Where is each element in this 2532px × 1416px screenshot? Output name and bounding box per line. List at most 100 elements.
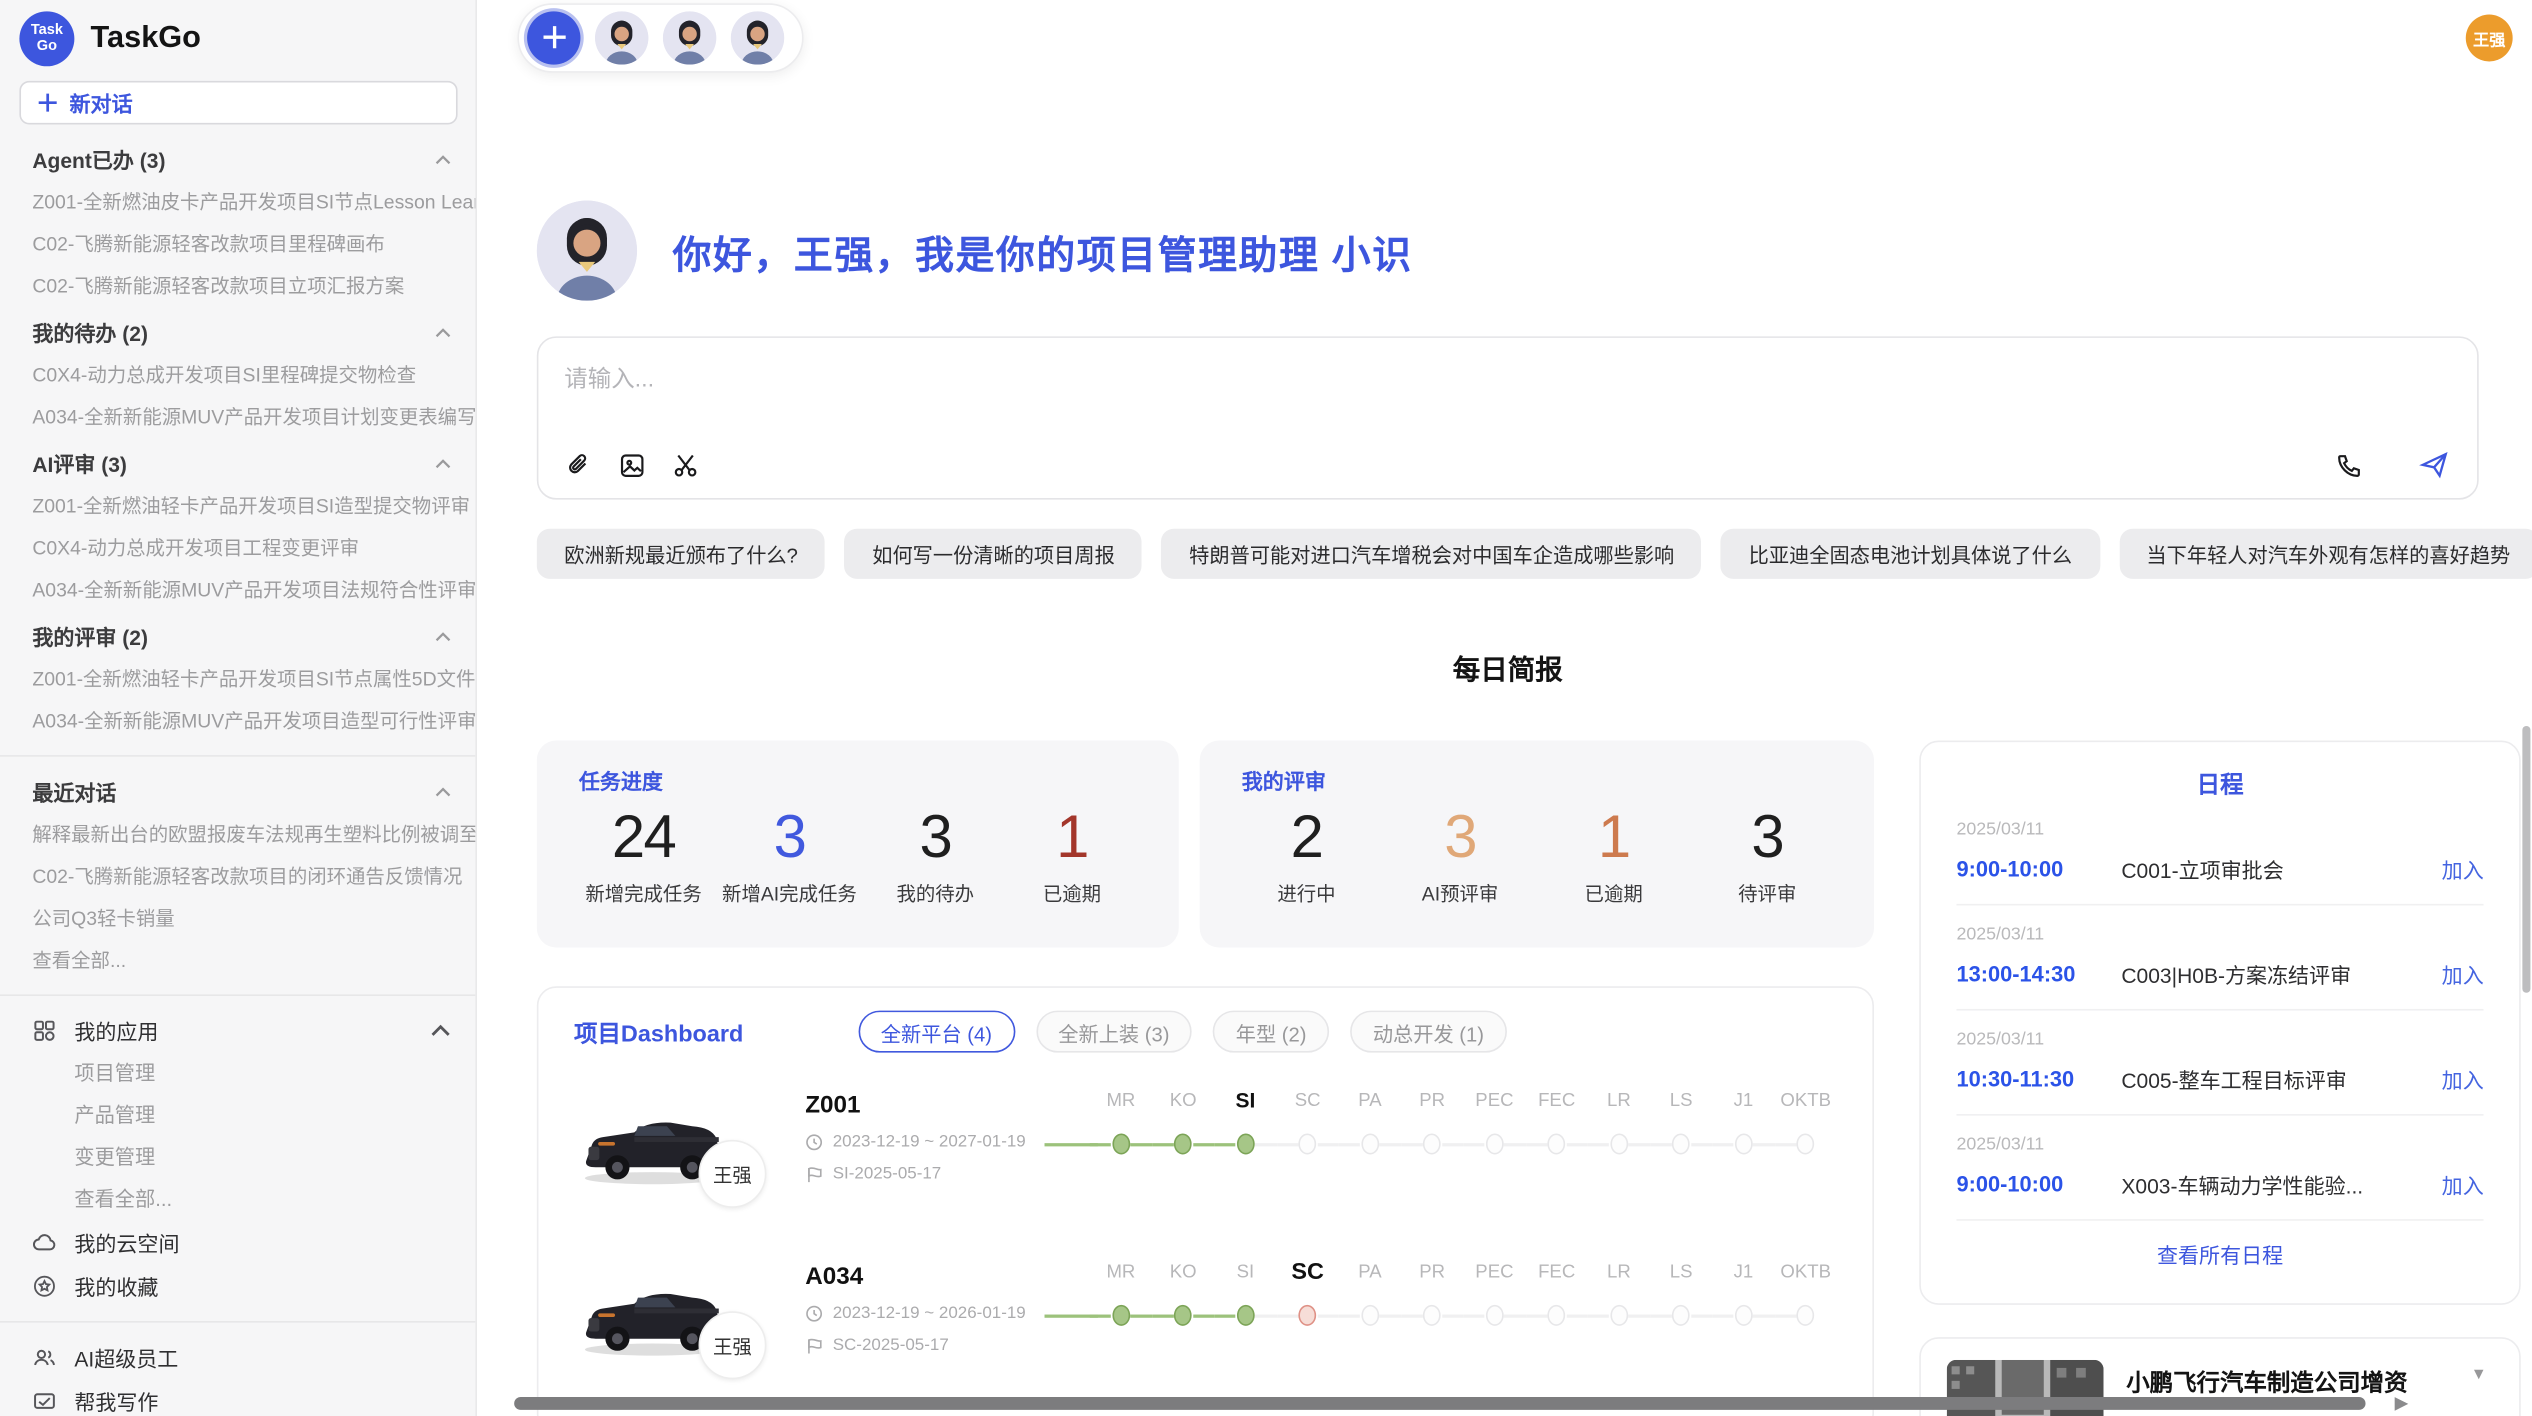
- project-dashboard-card: 项目Dashboard 全新平台 (4)全新上装 (3)年型 (2)动总开发 (…: [537, 986, 1874, 1416]
- sidebar-task-item[interactable]: C02-飞腾新能源轻客改款项目立项汇报方案: [0, 265, 475, 307]
- sidebar-section-header[interactable]: 我的待办 (2): [0, 310, 475, 354]
- milestone-label: PEC: [1475, 1260, 1513, 1286]
- sidebar-item-label: 我的云空间: [74, 1227, 179, 1258]
- dashboard-tab[interactable]: 全新上装 (3): [1036, 1011, 1192, 1053]
- milestone: MR: [1090, 1260, 1152, 1326]
- image-icon[interactable]: [618, 451, 647, 480]
- sidebar-item-star[interactable]: 我的收藏: [0, 1264, 475, 1308]
- recent-chat-item[interactable]: 公司Q3轻卡销量: [0, 897, 475, 939]
- chevron-up-icon[interactable]: [433, 150, 452, 169]
- chat-input-card[interactable]: 请输入...: [537, 336, 2479, 499]
- dashboard-tab[interactable]: 全新平台 (4): [858, 1011, 1014, 1053]
- join-link[interactable]: 加入: [2442, 1169, 2484, 1200]
- schedule-item: 2025/03/119:00-10:00C001-立项审批会加入: [1956, 800, 2483, 905]
- sidebar-section-header[interactable]: AI评审 (3): [0, 441, 475, 485]
- sidebar-item-my-apps[interactable]: 我的应用: [0, 1009, 475, 1053]
- plus-icon: [37, 92, 58, 113]
- sidebar-tool-item[interactable]: AI超级员工: [0, 1336, 475, 1380]
- paperclip-icon[interactable]: [564, 451, 593, 480]
- stat-value: 1: [1555, 804, 1671, 872]
- app-item[interactable]: 项目管理: [0, 1053, 475, 1095]
- dashboard-tab[interactable]: 年型 (2): [1213, 1011, 1329, 1053]
- milestone: FEC: [1526, 1260, 1588, 1326]
- users-icon: [32, 1345, 56, 1369]
- milestone-dot: [1237, 1305, 1255, 1326]
- sidebar-section-header[interactable]: 最近对话: [0, 770, 475, 814]
- milestone-dot: [1672, 1305, 1690, 1326]
- sidebar-task-item[interactable]: Z001-全新燃油轻卡产品开发项目SI节点属性5D文件评审: [0, 658, 475, 700]
- join-link[interactable]: 加入: [2442, 854, 2484, 885]
- join-link[interactable]: 加入: [2442, 1064, 2484, 1095]
- milestone-label: FEC: [1538, 1088, 1575, 1114]
- sidebar-task-item[interactable]: C0X4-动力总成开发项目工程变更评审: [0, 527, 475, 569]
- vertical-scrollbar[interactable]: [2522, 726, 2530, 993]
- recent-chat-item[interactable]: 解释最新出台的欧盟报废车法规再生塑料比例被调至15%...: [0, 813, 475, 855]
- schedule-date: 2025/03/11: [1956, 1030, 2483, 1049]
- assistant-greeting: 你好，王强，我是你的项目管理助理 小识: [537, 200, 2479, 300]
- app-item[interactable]: 产品管理: [0, 1095, 475, 1137]
- topbar: 王强: [477, 0, 2532, 74]
- view-all-schedule-link[interactable]: 查看所有日程: [1956, 1239, 2483, 1270]
- milestone-label: KO: [1170, 1088, 1197, 1114]
- scroll-down-arrow-icon[interactable]: ▼: [2471, 1366, 2487, 1384]
- milestone-dot: [1735, 1305, 1753, 1326]
- stat-card: 任务进度24新增完成任务3新增AI完成任务3我的待办1已逾期: [537, 741, 1179, 948]
- sidebar-item-cloud[interactable]: 我的云空间: [0, 1221, 475, 1265]
- send-icon[interactable]: [2419, 449, 2450, 480]
- horizontal-scrollbar[interactable]: [514, 1397, 2365, 1410]
- sidebar-my-apps: 我的应用项目管理产品管理变更管理查看全部... 我的云空间我的收藏: [0, 1009, 475, 1308]
- view-all-apps-link[interactable]: 查看全部...: [0, 1179, 475, 1221]
- sidebar-task-item[interactable]: A034-全新新能源MUV产品开发项目造型可行性评审: [0, 700, 475, 742]
- suggestion-chip[interactable]: 特朗普可能对进口汽车增税会对中国车企造成哪些影响: [1162, 529, 1702, 579]
- tool-label: AI超级员工: [74, 1342, 178, 1373]
- dashboard-header: 项目Dashboard 全新平台 (4)全新上装 (3)年型 (2)动总开发 (…: [574, 1011, 1837, 1053]
- divider: [0, 994, 475, 996]
- milestone-dot: [1486, 1305, 1504, 1326]
- phone-icon[interactable]: [2335, 450, 2364, 479]
- milestone-dot: [1174, 1133, 1192, 1154]
- milestone-dot: [1797, 1133, 1815, 1154]
- stat-value: 3: [1709, 804, 1825, 872]
- member-pill: [517, 2, 803, 72]
- suggestion-chip[interactable]: 欧洲新规最近颁布了什么?: [537, 529, 826, 579]
- chevron-up-icon[interactable]: [433, 782, 452, 801]
- sidebar-tool-item[interactable]: 帮我写作: [0, 1379, 475, 1416]
- chevron-up-icon[interactable]: [433, 454, 452, 473]
- suggestion-chip[interactable]: 比亚迪全固态电池计划具体说了什么: [1721, 529, 2099, 579]
- member-avatars: [595, 11, 784, 64]
- stat-value: 1: [1014, 804, 1130, 872]
- sidebar-header: Task Go TaskGo: [0, 6, 475, 71]
- suggestion-chip[interactable]: 如何写一份清晰的项目周报: [845, 529, 1143, 579]
- sidebar-task-item[interactable]: C02-飞腾新能源轻客改款项目里程碑画布: [0, 223, 475, 265]
- apps-grid-icon: [32, 1019, 56, 1043]
- dashboard-tab[interactable]: 动总开发 (1): [1350, 1011, 1506, 1053]
- sidebar-task-item[interactable]: A034-全新新能源MUV产品开发项目法规符合性评审: [0, 569, 475, 611]
- recent-chat-item[interactable]: C02-飞腾新能源轻客改款项目的闭环通告反馈情况: [0, 855, 475, 897]
- new-chat-button[interactable]: 新对话: [19, 81, 457, 125]
- sidebar-task-item[interactable]: C0X4-动力总成开发项目SI里程碑提交物检查: [0, 354, 475, 396]
- join-link[interactable]: 加入: [2442, 959, 2484, 990]
- chevron-up-icon[interactable]: [433, 323, 452, 342]
- stat-card: 我的评审2进行中3AI预评审1已逾期3待评审: [1200, 741, 1874, 948]
- scissors-icon[interactable]: [671, 451, 700, 480]
- app-item[interactable]: 变更管理: [0, 1137, 475, 1179]
- milestone-label: LS: [1670, 1088, 1693, 1114]
- sidebar-section-header[interactable]: 我的评审 (2): [0, 614, 475, 658]
- member-avatar[interactable]: [731, 11, 784, 64]
- milestone-dot: [1610, 1133, 1628, 1154]
- member-avatar[interactable]: [595, 11, 648, 64]
- user-avatar[interactable]: 王强: [2466, 14, 2513, 61]
- suggestion-chip[interactable]: 当下年轻人对汽车外观有怎样的喜好趋势: [2119, 529, 2532, 579]
- view-all-chats-link[interactable]: 查看全部...: [0, 939, 475, 981]
- sidebar-task-item[interactable]: Z001-全新燃油皮卡产品开发项目SI节点Lesson Learn报告: [0, 181, 475, 223]
- chat-input-placeholder: 请输入...: [564, 361, 2451, 395]
- add-member-button[interactable]: [527, 11, 580, 64]
- milestone-dot: [1299, 1133, 1317, 1154]
- sidebar-task-item[interactable]: Z001-全新燃油轻卡产品开发项目SI造型提交物评审: [0, 485, 475, 527]
- sidebar-task-item[interactable]: A034-全新新能源MUV产品开发项目计划变更表编写: [0, 396, 475, 438]
- chevron-up-icon[interactable]: [433, 627, 452, 646]
- member-avatar[interactable]: [663, 11, 716, 64]
- chevron-up-icon[interactable]: [428, 1019, 452, 1043]
- sidebar-section-header[interactable]: Agent已办 (3): [0, 137, 475, 181]
- scroll-right-arrow-icon[interactable]: ▶: [2395, 1392, 2409, 1413]
